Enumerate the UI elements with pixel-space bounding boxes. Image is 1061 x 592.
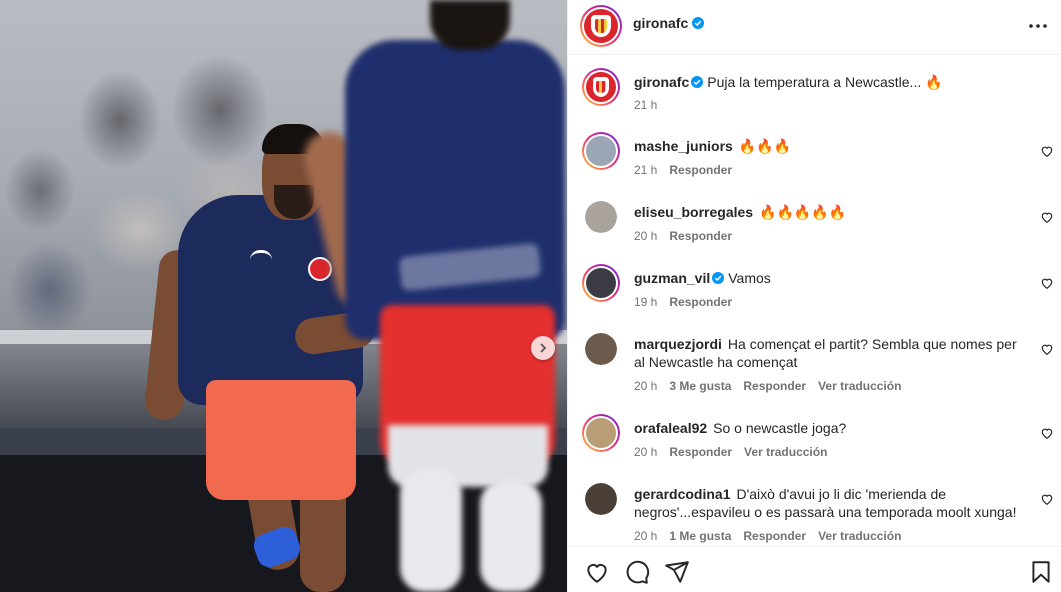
comment-meta: 20 h Responder [634, 229, 732, 243]
post-media-photo[interactable] [0, 0, 567, 592]
comment-text: marquezjordi Ha començat el partit? Sembl… [634, 336, 1017, 370]
verified-badge-icon [712, 272, 725, 284]
post-side-panel: gironafc gironafc Puja la temperatura a N… [567, 0, 1061, 592]
reply-button[interactable]: Responder [669, 229, 732, 243]
reply-button[interactable]: Responder [669, 445, 732, 459]
user-photo [585, 333, 617, 365]
comment-username[interactable]: gerardcodina1 [634, 486, 730, 502]
heart-icon[interactable] [1040, 144, 1054, 158]
heart-icon[interactable] [1040, 210, 1054, 224]
translate-button[interactable]: Ver traducción [744, 445, 827, 459]
comment-timestamp[interactable]: 20 h [634, 529, 657, 543]
paper-plane-icon[interactable] [664, 559, 690, 585]
reply-button[interactable]: Responder [669, 163, 732, 177]
player-shorts [206, 380, 356, 500]
comment-meta: 19 h Responder [634, 295, 732, 309]
verified-badge-icon [692, 17, 705, 29]
post-header: gironafc [568, 0, 1061, 55]
comment-username[interactable]: eliseu_borregales [634, 204, 753, 220]
verified-badge-icon [691, 76, 704, 88]
account-avatar[interactable] [580, 5, 622, 47]
likes-count[interactable]: 3 Me gusta [669, 379, 731, 393]
comment-timestamp[interactable]: 19 h [634, 295, 657, 309]
account-username[interactable]: gironafc [633, 15, 705, 31]
user-photo [585, 483, 617, 515]
heart-icon[interactable] [1040, 426, 1054, 440]
heart-icon[interactable] [584, 559, 610, 585]
comment-text: eliseu_borregales 🔥🔥🔥🔥🔥 [634, 204, 847, 220]
comment-timestamp[interactable]: 21 h [634, 163, 657, 177]
bookmark-icon[interactable] [1028, 559, 1054, 585]
comment-username[interactable]: mashe_juniors [634, 138, 733, 154]
post-actions-bar [568, 546, 1061, 592]
user-photo [586, 418, 616, 448]
comment-username[interactable]: guzman_vil [634, 270, 710, 286]
comment-meta: 20 h Responder Ver traducción [634, 445, 827, 459]
translate-button[interactable]: Ver traducción [818, 379, 901, 393]
caption-timestamp[interactable]: 21 h [634, 98, 657, 112]
comments-list[interactable]: gironafc Puja la temperatura a Newcastle.… [568, 56, 1061, 546]
girona-crest-logo [584, 9, 618, 43]
comment-username[interactable]: marquezjordi [634, 336, 722, 352]
chevron-right-icon [540, 343, 547, 353]
comment-avatar[interactable] [582, 264, 620, 302]
heart-icon[interactable] [1040, 492, 1054, 506]
kit-brand-logo [250, 250, 272, 264]
comment-text: guzman_vil Vamos [634, 270, 771, 286]
caption-meta: 21 h [634, 98, 657, 112]
heart-icon[interactable] [1040, 342, 1054, 356]
comment-avatar[interactable] [582, 132, 620, 170]
user-photo [586, 136, 616, 166]
more-options-icon[interactable] [1028, 16, 1048, 36]
comment-meta: 21 h Responder [634, 163, 732, 177]
user-photo [586, 268, 616, 298]
comment-meta: 20 h 3 Me gusta Responder Ver traducción [634, 379, 901, 393]
girona-crest-logo [586, 72, 616, 102]
caption-author-avatar[interactable] [582, 68, 620, 106]
comment-text: mashe_juniors 🔥🔥🔥 [634, 138, 792, 154]
comment-username[interactable]: orafaleal92 [634, 420, 707, 436]
caption-text: gironafc Puja la temperatura a Newcastle.… [634, 74, 943, 90]
reply-button[interactable]: Responder [743, 379, 806, 393]
reply-button[interactable]: Responder [669, 295, 732, 309]
user-photo [585, 201, 617, 233]
comment-avatar[interactable] [585, 333, 617, 365]
likes-count[interactable]: 1 Me gusta [669, 529, 731, 543]
comment-icon[interactable] [624, 559, 650, 585]
comment-avatar[interactable] [585, 483, 617, 515]
next-slide-button[interactable] [531, 336, 555, 360]
caption-username[interactable]: gironafc [634, 74, 689, 90]
comment-timestamp[interactable]: 20 h [634, 379, 657, 393]
comment-text: gerardcodina1 D'això d'avui jo li dic 'me… [634, 486, 1017, 520]
comment-timestamp[interactable]: 20 h [634, 229, 657, 243]
reply-button[interactable]: Responder [743, 529, 806, 543]
comment-text: orafaleal92 So o newcastle joga? [634, 420, 847, 436]
comment-avatar[interactable] [582, 414, 620, 452]
translate-button[interactable]: Ver traducción [818, 529, 901, 543]
comment-timestamp[interactable]: 20 h [634, 445, 657, 459]
heart-icon[interactable] [1040, 276, 1054, 290]
comment-avatar[interactable] [585, 201, 617, 233]
comment-meta: 20 h 1 Me gusta Responder Ver traducción [634, 529, 901, 543]
